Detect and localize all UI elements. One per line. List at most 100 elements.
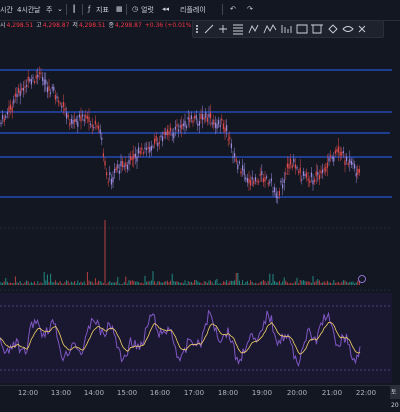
volume-bar <box>320 282 322 285</box>
candle-body <box>94 120 96 125</box>
candle-body <box>77 121 79 128</box>
rectangle-tool-icon[interactable] <box>296 24 308 34</box>
trend-line-icon[interactable] <box>204 24 214 34</box>
volume-bar <box>325 282 327 285</box>
volume-bar <box>110 282 112 285</box>
candle-body <box>18 88 20 93</box>
open-label: 시 <box>0 22 6 29</box>
volume-bar <box>38 283 40 285</box>
shape-icon[interactable] <box>328 24 338 34</box>
volume-bar <box>18 282 20 285</box>
volume-bar <box>37 281 39 285</box>
volume-bar <box>181 282 183 285</box>
volume-bar <box>310 282 312 285</box>
volume-bar <box>67 281 69 285</box>
pattern-icon[interactable] <box>248 24 259 34</box>
candle-body <box>245 177 247 180</box>
volume-bars <box>0 220 360 285</box>
volume-bar <box>227 283 229 285</box>
volume-bar <box>216 278 218 285</box>
volume-bar <box>322 282 324 285</box>
volume-bar <box>173 280 175 285</box>
volume-bar <box>298 283 300 285</box>
candle-body <box>182 123 184 126</box>
candle-body <box>99 129 101 134</box>
volume-bar <box>139 283 141 285</box>
elliott-wave-icon[interactable] <box>263 24 277 34</box>
volume-bar <box>157 281 159 285</box>
text-frame-icon[interactable] <box>311 24 323 34</box>
candle-body <box>224 127 226 133</box>
volume-bar <box>171 273 173 285</box>
volume-bar <box>267 280 269 285</box>
candle-body <box>22 88 24 91</box>
volume-bar <box>336 282 338 285</box>
volume-bar <box>187 280 189 285</box>
candle-body <box>318 175 320 180</box>
candle-body <box>155 136 157 141</box>
volume-bar <box>86 272 88 285</box>
candle-body <box>253 180 255 185</box>
candle-body <box>110 178 112 185</box>
close-icon[interactable] <box>358 25 366 33</box>
volume-settings-icon[interactable] <box>358 275 366 283</box>
volume-bar <box>270 283 272 285</box>
volume-bar <box>158 281 160 285</box>
candle-body <box>51 86 53 89</box>
candle-body <box>341 151 343 156</box>
volume-bar <box>200 282 202 285</box>
volume-bar <box>314 282 316 285</box>
candle-body <box>179 125 181 128</box>
grip-icon[interactable] <box>195 24 199 34</box>
candle-body <box>5 115 7 118</box>
volume-bar <box>240 283 242 285</box>
volume-bar <box>347 282 349 285</box>
volume-bar <box>190 281 192 285</box>
forecast-icon[interactable] <box>281 25 292 33</box>
chart-area[interactable] <box>0 0 400 385</box>
volume-bar <box>147 281 149 285</box>
candle-body <box>350 160 352 165</box>
candle-body <box>83 119 85 122</box>
volume-bar <box>261 281 263 285</box>
candle-body <box>59 103 61 105</box>
candle-body <box>274 187 276 193</box>
crosshair-icon[interactable] <box>219 25 227 33</box>
candle-body <box>192 120 194 123</box>
candle-body <box>19 90 21 97</box>
volume-bar <box>27 281 29 285</box>
volume-bar <box>64 282 66 285</box>
fib-retracement-icon[interactable] <box>233 24 243 35</box>
candle-body <box>30 79 32 85</box>
candle-body <box>142 152 144 154</box>
volume-bar <box>30 282 32 285</box>
volume-bar <box>22 283 24 285</box>
time-axis: 12:00 13:00 14:00 15:00 16:00 17:00 18:00 19:00… <box>0 385 400 401</box>
candle-body <box>306 172 308 178</box>
volume-bar <box>293 283 295 285</box>
volume-bar <box>72 282 74 285</box>
volume-bar <box>6 281 8 285</box>
volume-bar <box>226 280 228 285</box>
volume-bar <box>96 282 98 285</box>
candle-body <box>40 72 42 74</box>
volume-bar <box>43 271 45 285</box>
eye-icon[interactable] <box>342 26 354 32</box>
volume-bar <box>102 283 104 285</box>
volume-bar <box>230 280 232 285</box>
candle-body <box>347 162 349 165</box>
candle-body <box>138 147 140 154</box>
volume-bar <box>349 281 351 285</box>
volume-bar <box>218 283 220 285</box>
candle-body <box>286 163 288 168</box>
candle-body <box>62 101 64 107</box>
candle-body <box>37 74 39 78</box>
volume-bar <box>74 281 76 285</box>
volume-bar <box>144 275 146 285</box>
volume-bar <box>229 280 231 285</box>
candle-body <box>96 125 98 128</box>
volume-bar <box>203 281 205 285</box>
volume-bar <box>78 283 80 285</box>
candle-body <box>272 190 274 193</box>
candle-body <box>336 149 338 152</box>
